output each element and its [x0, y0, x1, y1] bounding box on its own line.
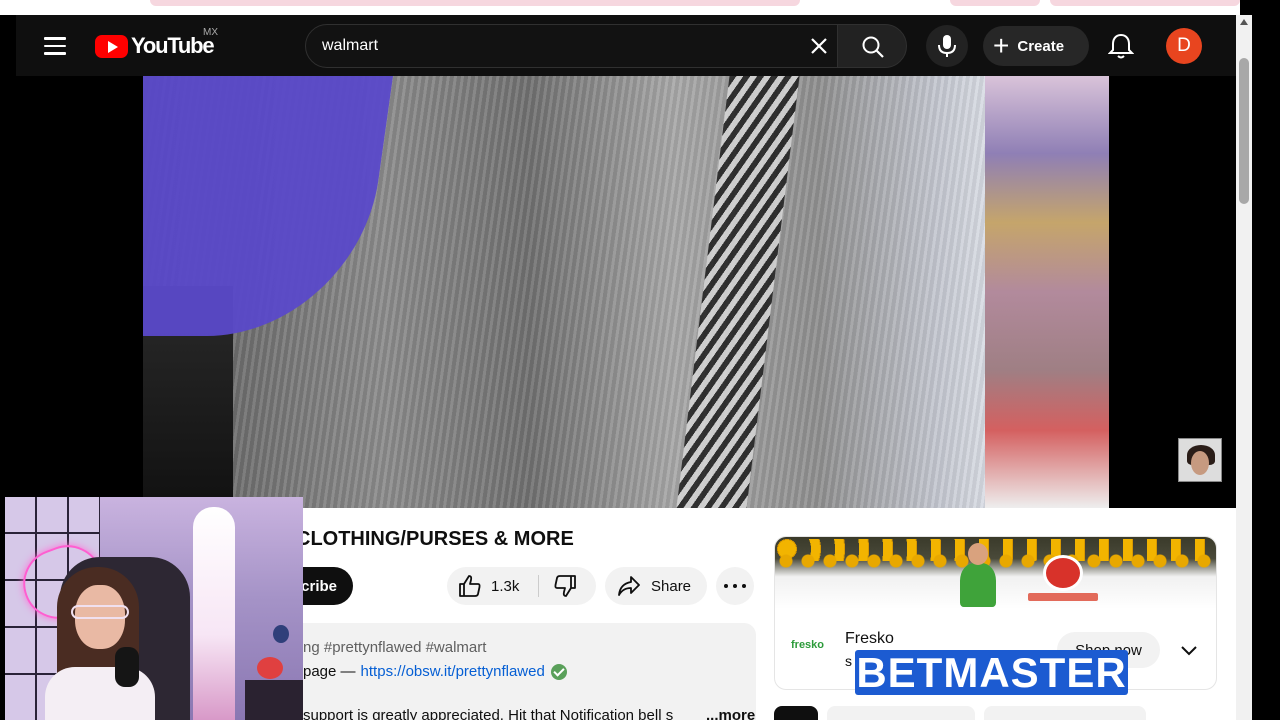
like-button[interactable]: 1.3k [447, 567, 538, 605]
more-icon [724, 584, 728, 588]
search-box [305, 24, 838, 68]
tab-remnant [950, 0, 1040, 6]
region-code: MX [203, 27, 218, 38]
screen: YouTube MX + Create [0, 0, 1280, 720]
tab-remnant [150, 0, 800, 6]
search-icon [862, 36, 884, 58]
plus-icon: + [993, 30, 1010, 61]
chip[interactable] [827, 706, 975, 720]
scroll-up-arrow[interactable] [1240, 19, 1248, 25]
browser-top-strip [0, 0, 1240, 15]
microphone [115, 647, 139, 687]
subscribe-label: cribe [301, 577, 337, 595]
description-hashtags: ng #prettynflawed #walmart [303, 639, 487, 656]
dislike-button[interactable] [539, 567, 596, 605]
logo-text: YouTube [131, 33, 215, 58]
mic-icon [938, 35, 956, 57]
like-count: 1.3k [491, 577, 520, 595]
chip[interactable] [984, 706, 1146, 720]
description-link[interactable]: https://obsw.it/prettynflawed [361, 663, 545, 680]
avatar-letter: D [1177, 35, 1191, 56]
youtube-play-icon [95, 34, 128, 58]
share-label: Share [651, 577, 692, 595]
share-icon [618, 576, 640, 596]
verified-icon [550, 663, 567, 680]
search-input[interactable] [322, 25, 782, 67]
masthead: YouTube MX + Create [16, 15, 1236, 76]
page-scrollbar[interactable] [1236, 15, 1252, 720]
description-link-line: page — https://obsw.it/prettynflawed [303, 663, 567, 680]
voice-search-button[interactable] [926, 25, 968, 67]
avatar[interactable]: D [1166, 28, 1202, 64]
create-button[interactable]: + Create [983, 26, 1089, 66]
betmaster-overlay-logo: BETMASTER [855, 649, 1128, 696]
video-frame[interactable] [143, 76, 1109, 508]
create-label: Create [1017, 37, 1065, 55]
youtube-logo[interactable]: YouTube MX [95, 27, 218, 58]
video-player[interactable] [16, 76, 1236, 508]
like-dislike-group: 1.3k [447, 567, 596, 605]
menu-icon[interactable] [44, 37, 66, 55]
description-text: support is greatly appreciated. Hit that… [303, 707, 674, 720]
more-icon-dot [742, 584, 746, 588]
like-icon [459, 575, 481, 597]
channel-watermark[interactable] [1178, 438, 1222, 482]
more-link[interactable]: ...more [704, 707, 756, 720]
scroll-thumb[interactable] [1239, 58, 1249, 204]
ad-subtitle: s [845, 653, 852, 669]
video-content [985, 76, 1109, 508]
more-icon-dot [733, 584, 737, 588]
screen-edge [1252, 0, 1280, 720]
more-actions-button[interactable] [716, 567, 754, 605]
bell-icon[interactable] [1107, 32, 1135, 60]
search-button[interactable] [837, 24, 907, 68]
tab-remnant [1050, 0, 1240, 6]
chevron-down-icon[interactable] [1179, 640, 1199, 660]
description-box[interactable]: ng #prettynflawed #walmart page — https:… [276, 623, 756, 720]
description-text: page — [303, 663, 356, 680]
clear-icon[interactable] [809, 36, 829, 56]
share-button[interactable]: Share [605, 567, 707, 605]
streamer-webcam-overlay [5, 497, 303, 720]
video-title: CLOTHING/PURSES & MORE [296, 528, 574, 550]
advertiser-name[interactable]: Fresko [845, 630, 894, 648]
advertiser-logo[interactable]: fresko [791, 639, 824, 651]
chip-all[interactable] [774, 706, 818, 720]
ad-banner-image[interactable] [775, 537, 1216, 609]
dislike-icon [554, 575, 576, 597]
